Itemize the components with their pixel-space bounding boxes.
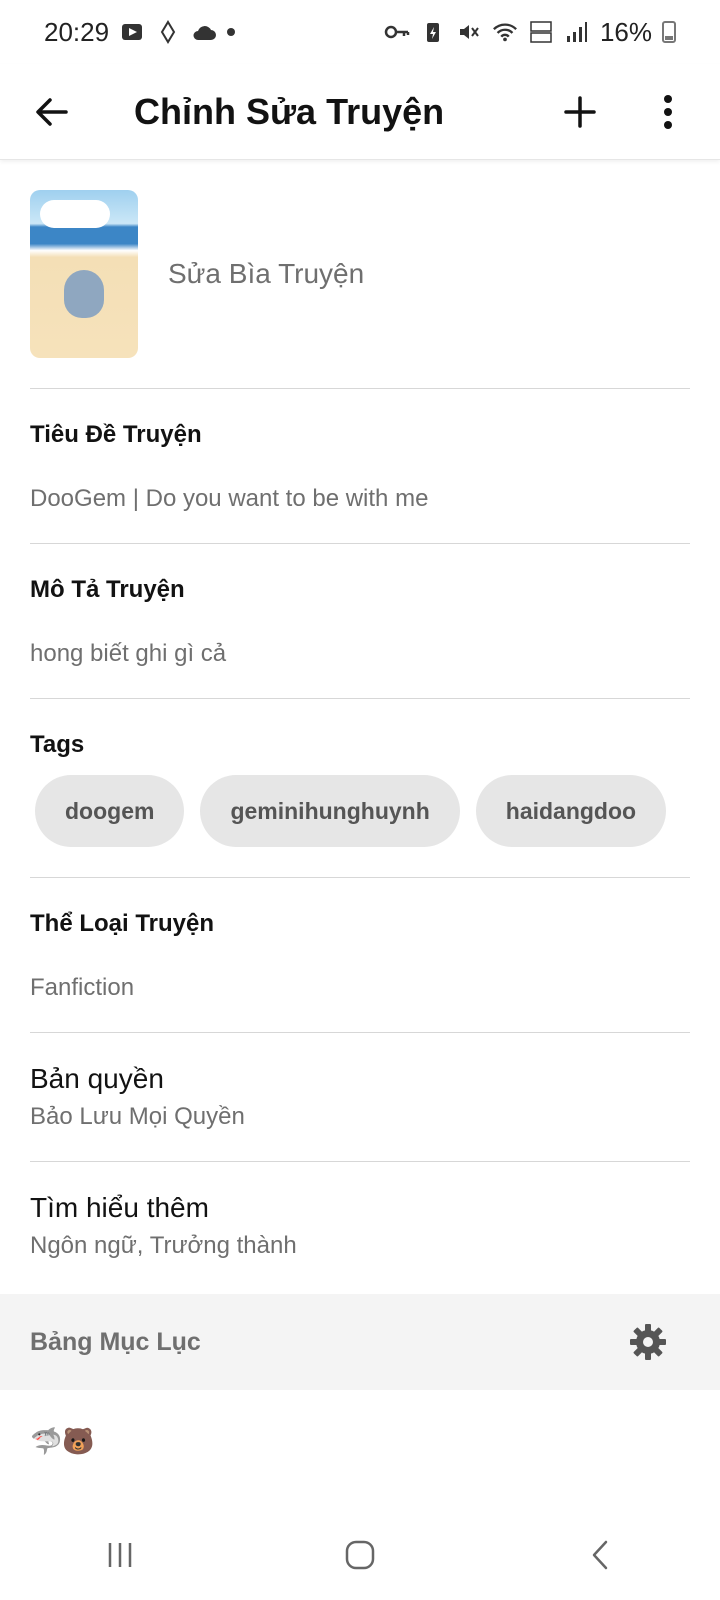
table-of-contents-header: Bảng Mục Lục xyxy=(0,1294,720,1390)
key-icon xyxy=(384,19,410,45)
arrow-left-icon xyxy=(36,97,68,126)
cover-row[interactable]: Sửa Bìa Truyện xyxy=(0,160,720,388)
tags-list: doogem geminihunghuynh haidangdoo xyxy=(30,775,690,847)
description-label: Mô Tả Truyện xyxy=(30,576,185,603)
part-list-item[interactable]: 🦈🐻 xyxy=(0,1390,720,1493)
title-value[interactable]: DooGem | Do you want to be with me xyxy=(30,485,690,513)
back-button[interactable] xyxy=(20,80,84,144)
cover-cloud xyxy=(40,200,110,228)
story-edit-content: Sửa Bìa Truyện Tiêu Đề Truyện DooGem | D… xyxy=(0,160,720,1493)
volte-icon xyxy=(528,19,554,45)
cover-image[interactable] xyxy=(30,190,138,358)
learn-more-value: Ngôn ngữ, Trưởng thành xyxy=(30,1232,297,1259)
app-actions xyxy=(548,80,700,144)
gear-icon xyxy=(630,1324,666,1360)
home-button[interactable] xyxy=(320,1525,400,1585)
tags-section: Tags doogem geminihunghuynh haidangdoo xyxy=(0,699,720,877)
title-field[interactable]: Tiêu Đề Truyện DooGem | Do you want to b… xyxy=(0,389,720,543)
home-icon xyxy=(345,1540,375,1570)
copyright-row[interactable]: Bản quyền Bảo Lưu Mọi Quyền xyxy=(0,1033,720,1161)
chevron-left-icon xyxy=(592,1540,608,1570)
status-bar: 20:29 16% xyxy=(0,0,720,64)
category-label: Thể Loại Truyện xyxy=(30,910,215,937)
recent-apps-button[interactable] xyxy=(80,1525,160,1585)
battery-icon xyxy=(662,21,676,43)
status-time: 20:29 xyxy=(44,16,110,47)
page-title: Chỉnh Sửa Truyện xyxy=(134,90,445,132)
more-vertical-icon xyxy=(664,94,672,129)
app-notification-icon xyxy=(155,19,181,45)
toc-title: Bảng Mục Lục xyxy=(30,1327,201,1356)
media-icon xyxy=(119,19,145,45)
mute-icon xyxy=(456,19,482,45)
notification-dot-icon xyxy=(227,28,236,36)
tags-label: Tags xyxy=(30,731,85,758)
learn-more-row[interactable]: Tìm hiểu thêm Ngôn ngữ, Trưởng thành xyxy=(0,1162,720,1290)
signal-icon xyxy=(564,19,590,45)
tag-chip[interactable]: geminihunghuynh xyxy=(200,775,460,847)
copyright-title: Bản quyền xyxy=(30,1063,164,1094)
app-bar: Chỉnh Sửa Truyện xyxy=(0,64,720,160)
description-field[interactable]: Mô Tả Truyện hong biết ghi gì cả xyxy=(0,544,720,698)
category-value[interactable]: Fanfiction xyxy=(30,974,690,1002)
cover-character xyxy=(64,270,104,318)
copyright-value: Bảo Lưu Mọi Quyền xyxy=(30,1103,245,1130)
edit-cover-link[interactable]: Sửa Bìa Truyện xyxy=(168,258,364,290)
cloud-icon xyxy=(191,19,217,45)
description-value[interactable]: hong biết ghi gì cả xyxy=(30,640,690,668)
status-left: 20:29 xyxy=(44,16,236,48)
add-button[interactable] xyxy=(548,80,612,144)
wifi-icon xyxy=(492,19,518,45)
back-nav-button[interactable] xyxy=(560,1525,640,1585)
battery-percentage: 16% xyxy=(599,16,652,47)
toc-settings-button[interactable] xyxy=(616,1310,680,1374)
recent-apps-icon xyxy=(108,1543,132,1567)
title-label: Tiêu Đề Truyện xyxy=(30,421,202,448)
plus-icon xyxy=(564,95,596,128)
learn-more-title: Tìm hiểu thêm xyxy=(30,1192,209,1223)
category-field[interactable]: Thể Loại Truyện Fanfiction xyxy=(0,878,720,1032)
status-right: 16% xyxy=(384,17,676,48)
tag-chip[interactable]: haidangdoo xyxy=(475,775,667,847)
tag-chip[interactable]: doogem xyxy=(35,775,185,847)
more-options-button[interactable] xyxy=(636,80,700,144)
system-nav-bar xyxy=(0,1510,720,1600)
battery-saver-icon xyxy=(420,19,446,45)
